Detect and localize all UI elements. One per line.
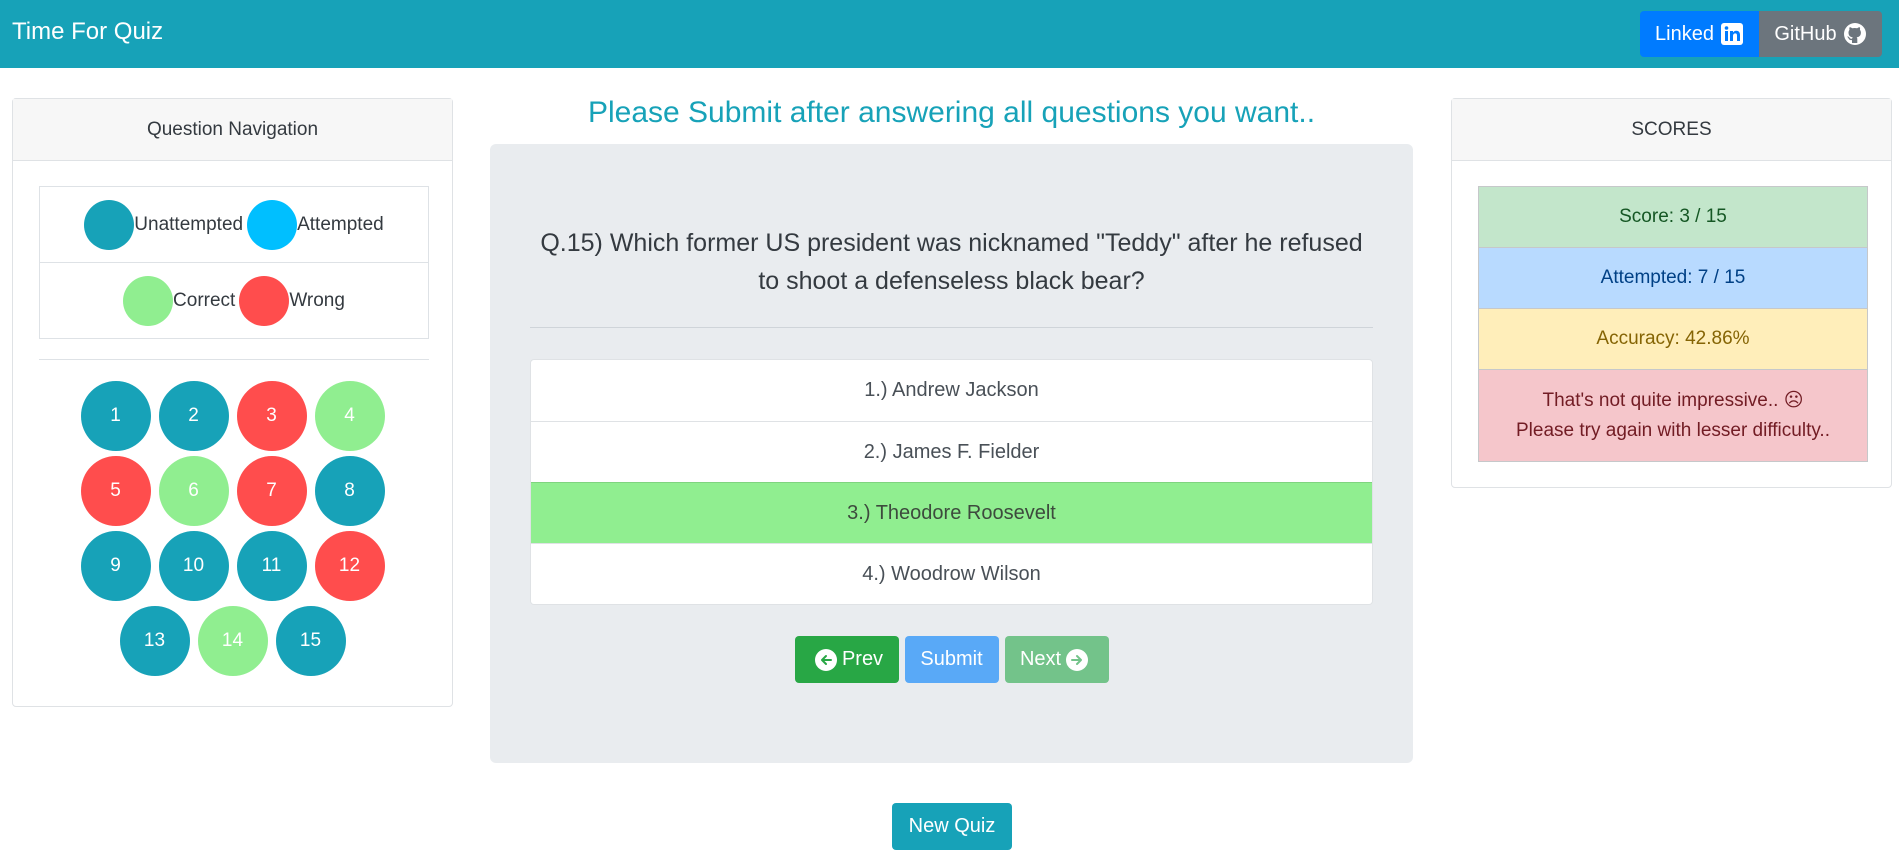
scores-list: Score: 3 / 15 Attempted: 7 / 15 Accuracy…: [1478, 186, 1868, 462]
linkedin-button[interactable]: Linked: [1640, 11, 1759, 57]
legend-label: Unattempted: [134, 213, 244, 235]
linkedin-icon: [1720, 22, 1744, 46]
question-text: Q.15) Which former US president was nick…: [540, 229, 1363, 295]
linkedin-label: Linked: [1655, 22, 1714, 45]
legend-label: Wrong: [289, 290, 345, 311]
question-navigation-title: Question Navigation: [13, 99, 452, 161]
question-navigation-card: Question Navigation Unattempted Attempte…: [12, 98, 453, 707]
legend-attempted: Attempted: [247, 199, 384, 250]
next-label: Next: [1019, 648, 1062, 670]
question-button-3[interactable]: 3: [236, 381, 307, 451]
accuracy-value: Accuracy: 42.86%: [1479, 309, 1867, 370]
legend-unattempted: Unattempted: [84, 199, 244, 250]
page-headline: Please Submit after answering all questi…: [587, 96, 1316, 129]
question-button-12[interactable]: 12: [314, 531, 385, 601]
navbar: Time For Quiz Linked GitHub: [0, 0, 1899, 68]
correct-dot: [123, 276, 174, 326]
option-1[interactable]: 1.) Andrew Jackson: [531, 360, 1372, 421]
attempted-value: Attempted: 7 / 15: [1479, 248, 1867, 309]
prev-button[interactable]: Prev: [794, 636, 899, 683]
question-button-13[interactable]: 13: [119, 606, 190, 676]
github-label: GitHub: [1774, 22, 1837, 45]
result-message-line: That's not quite impressive.. ☹: [1542, 389, 1804, 411]
question-button-15[interactable]: 15: [275, 606, 346, 676]
legend-row: Unattempted Attempted: [40, 187, 428, 263]
legend-label: Attempted: [297, 213, 384, 235]
question-divider: [530, 327, 1373, 328]
status-legend: Unattempted Attempted Correct Wrong: [39, 186, 429, 339]
unattempted-dot: [84, 199, 135, 250]
arrow-left-icon: [814, 648, 837, 671]
next-button[interactable]: Next: [1004, 636, 1109, 683]
legend-wrong: Wrong: [239, 276, 345, 326]
github-button[interactable]: GitHub: [1759, 11, 1882, 57]
divider: [39, 359, 429, 360]
legend-label: Correct: [173, 290, 236, 311]
question-panel: Q.15) Which former US president was nick…: [490, 144, 1413, 763]
legend-row: Correct Wrong: [40, 263, 428, 339]
legend-correct: Correct: [123, 276, 235, 326]
scores-title: SCORES: [1452, 99, 1891, 161]
question-button-8[interactable]: 8: [314, 456, 385, 526]
question-button-5[interactable]: 5: [80, 456, 151, 526]
question-button-1[interactable]: 1: [80, 381, 151, 451]
question-row: 9 10 11 12: [13, 531, 452, 601]
new-quiz-button[interactable]: New Quiz: [892, 803, 1012, 850]
question-row: 13 14 15: [13, 606, 452, 676]
result-message-line: Please try again with lesser difficulty.…: [1516, 419, 1830, 441]
option-2[interactable]: 2.) James F. Fielder: [531, 421, 1372, 482]
question-button-11[interactable]: 11: [236, 531, 307, 601]
prev-label: Prev: [841, 648, 884, 670]
question-row: 1 2 3 4: [13, 381, 452, 451]
question-row: 5 6 7 8: [13, 456, 452, 526]
question-button-10[interactable]: 10: [158, 531, 229, 601]
question-button-6[interactable]: 6: [158, 456, 229, 526]
question-button-7[interactable]: 7: [236, 456, 307, 526]
score-value: Score: 3 / 15: [1479, 187, 1867, 248]
question-button-2[interactable]: 2: [158, 381, 229, 451]
question-button-9[interactable]: 9: [80, 531, 151, 601]
question-button-14[interactable]: 14: [197, 606, 268, 676]
answer-options: 1.) Andrew Jackson 2.) James F. Fielder …: [530, 359, 1373, 605]
result-message: That's not quite impressive.. ☹ Please t…: [1479, 370, 1867, 461]
submit-button[interactable]: Submit: [904, 636, 999, 683]
scores-card: SCORES Score: 3 / 15 Attempted: 7 / 15 A…: [1451, 98, 1892, 488]
option-4[interactable]: 4.) Woodrow Wilson: [531, 543, 1372, 604]
brand-link[interactable]: Time For Quiz: [12, 18, 163, 46]
github-icon: [1843, 22, 1867, 46]
arrow-right-icon: [1066, 648, 1089, 671]
question-grid: 1 2 3 4 5 6 7 8 9 10 11 12 13 14 15: [13, 381, 452, 681]
option-3[interactable]: 3.) Theodore Roosevelt: [531, 482, 1372, 543]
action-buttons: Prev Submit Next: [490, 636, 1413, 683]
question-button-4[interactable]: 4: [314, 381, 385, 451]
wrong-dot: [239, 276, 290, 326]
attempted-dot: [247, 199, 298, 250]
